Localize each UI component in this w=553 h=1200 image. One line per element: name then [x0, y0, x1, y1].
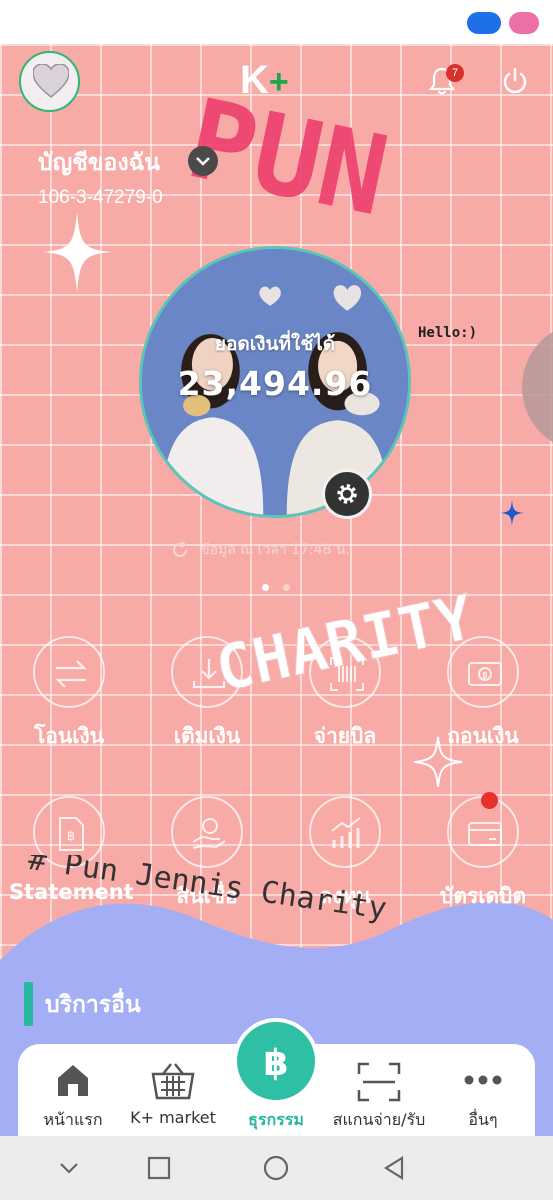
- debit-card-icon: [468, 822, 502, 846]
- gear-icon: [337, 484, 357, 504]
- logo-plus: +: [268, 63, 289, 101]
- back-triangle-icon[interactable]: [380, 1154, 408, 1182]
- account-number: 106-3-47279-0: [38, 187, 163, 208]
- home-circle-icon[interactable]: [262, 1154, 290, 1182]
- status-pill-blue: [467, 12, 501, 34]
- services-accent-bar: [24, 982, 33, 1026]
- tab-kplus-market-label: K+ market: [130, 1108, 216, 1127]
- baht-icon: ฿: [263, 1043, 288, 1084]
- page-dot: [283, 584, 290, 591]
- debit-card-button[interactable]: บัตรเดบิต: [423, 792, 543, 913]
- withdraw-icon-circle: ฿: [447, 636, 519, 708]
- debit-card-icon-circle: [447, 792, 519, 868]
- page-indicator: [262, 576, 304, 595]
- balance-amount: 23,494.96: [177, 364, 373, 403]
- power-icon[interactable]: [500, 66, 530, 96]
- svg-text:฿: ฿: [482, 671, 488, 681]
- status-pill-pink: [509, 12, 539, 34]
- pay-bill-button[interactable]: จ่ายบิล: [285, 636, 405, 753]
- withdraw-label: ถอนเงิน: [447, 724, 519, 748]
- update-time-row[interactable]: ข้อมูล ณ เวลา 17:48 น.: [170, 539, 350, 561]
- notification-badge: 7: [446, 64, 464, 82]
- transfer-label: โอนเงิน: [33, 724, 105, 748]
- hello-sticker: Hello:): [418, 325, 478, 341]
- chevron-down-icon[interactable]: [55, 1154, 83, 1182]
- chevron-down-icon: [196, 157, 210, 166]
- tab-scan-label: สแกนจ่าย/รับ: [332, 1110, 426, 1129]
- status-bar: [0, 0, 553, 44]
- basket-icon: [151, 1063, 195, 1100]
- balance-card[interactable]: ยอดเงินที่ใช้ได้ 23,494.96: [139, 246, 411, 518]
- svg-text:฿: ฿: [67, 829, 75, 844]
- tab-home[interactable]: หน้าแรก: [18, 1044, 128, 1133]
- scan-icon: [357, 1062, 401, 1102]
- tab-transactions-label: ธุรกรรม: [248, 1110, 304, 1129]
- tab-scan[interactable]: สแกนจ่าย/รับ: [324, 1044, 434, 1133]
- withdraw-button[interactable]: ฿ ถอนเงิน: [423, 636, 543, 753]
- transactions-center-button[interactable]: ฿: [233, 1018, 319, 1104]
- profile-avatar[interactable]: [19, 51, 80, 112]
- svg-text:฿: ฿: [263, 1043, 288, 1084]
- debit-card-label: บัตรเดบิต: [439, 884, 527, 908]
- kplus-logo: K+: [240, 58, 320, 102]
- balance-settings-button[interactable]: [322, 469, 372, 519]
- blue-sparkle-icon: [500, 500, 524, 526]
- tab-home-label: หน้าแรก: [43, 1110, 103, 1129]
- tab-more[interactable]: อื่นๆ: [428, 1044, 538, 1133]
- account-title[interactable]: บัญชีของฉัน: [38, 145, 160, 181]
- loan-icon: [192, 818, 226, 849]
- refresh-icon[interactable]: [170, 540, 190, 560]
- transfer-icon-circle: [33, 636, 105, 708]
- pay-bill-label: จ่ายบิล: [313, 724, 377, 748]
- withdraw-icon: ฿: [468, 662, 502, 686]
- balance-label: ยอดเงินที่ใช้ได้: [214, 333, 336, 355]
- page-dot-active: [262, 584, 269, 591]
- side-scroll-handle[interactable]: [522, 322, 553, 452]
- logo-k: K: [240, 58, 269, 102]
- invest-icon: [331, 817, 361, 848]
- heart-avatar-icon: [33, 64, 69, 98]
- services-title: บริการอื่น: [45, 992, 141, 1018]
- system-nav-bar: [0, 1136, 553, 1200]
- topup-label: เติมเงิน: [173, 724, 241, 748]
- pun-jennis-sticker: # Pun Jennis Charity: [26, 855, 389, 927]
- topup-button[interactable]: เติมเงิน: [147, 636, 267, 753]
- barcode-icon: [330, 657, 364, 691]
- home-icon: [58, 1065, 88, 1096]
- topup-icon: [192, 659, 226, 689]
- pay-bill-icon-circle: [309, 636, 381, 708]
- sparkle-icon: [42, 212, 112, 292]
- statement-icon: ฿: [59, 817, 84, 851]
- topup-icon-circle: [171, 636, 243, 708]
- pun-jennis-text: # Pun Jennis Charity: [26, 855, 389, 927]
- transfer-icon: [55, 660, 87, 688]
- transfer-button[interactable]: โอนเงิน: [9, 636, 129, 753]
- update-time-text: ข้อมูล ณ เวลา 17:48 น.: [200, 542, 351, 558]
- tab-kplus-market[interactable]: K+ market: [118, 1044, 228, 1127]
- account-dropdown-button[interactable]: [188, 146, 218, 176]
- pun-sticker: PUN: [178, 84, 398, 241]
- tab-more-label: อื่นๆ: [468, 1110, 498, 1129]
- more-icon: [464, 1075, 502, 1085]
- recents-square-icon[interactable]: [145, 1154, 173, 1182]
- new-badge-dot: [481, 792, 498, 809]
